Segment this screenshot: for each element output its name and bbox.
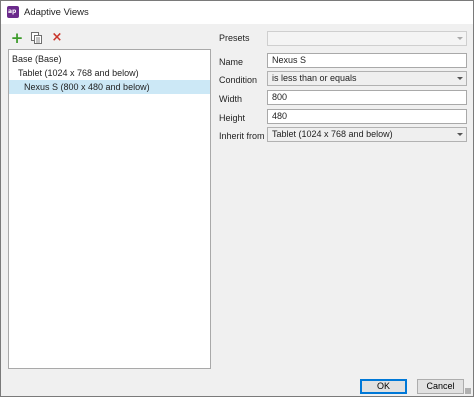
height-field[interactable]: 480 xyxy=(267,109,467,124)
tree-item-base[interactable]: Base (Base) xyxy=(9,52,210,66)
inherit-from-select[interactable]: Tablet (1024 x 768 and below) xyxy=(267,127,467,142)
width-label: Width xyxy=(219,94,243,104)
resize-grip[interactable] xyxy=(465,388,471,394)
title-bar: ap Adaptive Views xyxy=(1,1,473,24)
inherit-from-value: Tablet (1024 x 768 and below) xyxy=(272,129,393,139)
name-label: Name xyxy=(219,57,244,67)
height-label: Height xyxy=(219,113,246,123)
chevron-down-icon xyxy=(457,77,463,80)
chevron-down-icon xyxy=(457,37,463,40)
tree-item-nexus-s[interactable]: Nexus S (800 x 480 and below) xyxy=(9,80,210,94)
chevron-down-icon xyxy=(457,133,463,136)
width-field[interactable]: 800 xyxy=(267,90,467,105)
condition-select[interactable]: is less than or equals xyxy=(267,71,467,86)
close-icon: × xyxy=(51,30,63,45)
axure-app-icon: ap xyxy=(7,6,19,18)
tree-item-label: Base (Base) xyxy=(12,54,62,64)
height-value: 480 xyxy=(272,111,288,121)
condition-value: is less than or equals xyxy=(272,73,357,83)
width-value: 800 xyxy=(272,92,288,102)
presets-select[interactable] xyxy=(267,31,467,46)
presets-label: Presets xyxy=(219,33,250,43)
add-view-button[interactable]: + xyxy=(10,30,24,46)
tree-item-label: Tablet (1024 x 768 and below) xyxy=(18,68,139,78)
tree-item-label: Nexus S (800 x 480 and below) xyxy=(24,82,150,92)
tree-item-tablet[interactable]: Tablet (1024 x 768 and below) xyxy=(9,66,210,80)
plus-icon: + xyxy=(10,29,24,47)
delete-view-button[interactable]: × xyxy=(50,30,64,46)
window-title: Adaptive Views xyxy=(24,7,89,18)
duplicate-view-button[interactable] xyxy=(29,30,43,46)
adaptive-views-dialog: ap Adaptive Views + × Base (Base) Tablet… xyxy=(0,0,474,397)
cancel-button[interactable]: Cancel xyxy=(417,379,464,394)
name-field[interactable]: Nexus S xyxy=(267,53,467,68)
ok-button[interactable]: OK xyxy=(360,379,407,394)
views-tree[interactable]: Base (Base) Tablet (1024 x 768 and below… xyxy=(8,49,211,369)
condition-label: Condition xyxy=(219,75,258,85)
copy-icon xyxy=(30,32,42,44)
name-value: Nexus S xyxy=(272,55,307,65)
inherit-from-label: Inherit from xyxy=(219,131,265,141)
